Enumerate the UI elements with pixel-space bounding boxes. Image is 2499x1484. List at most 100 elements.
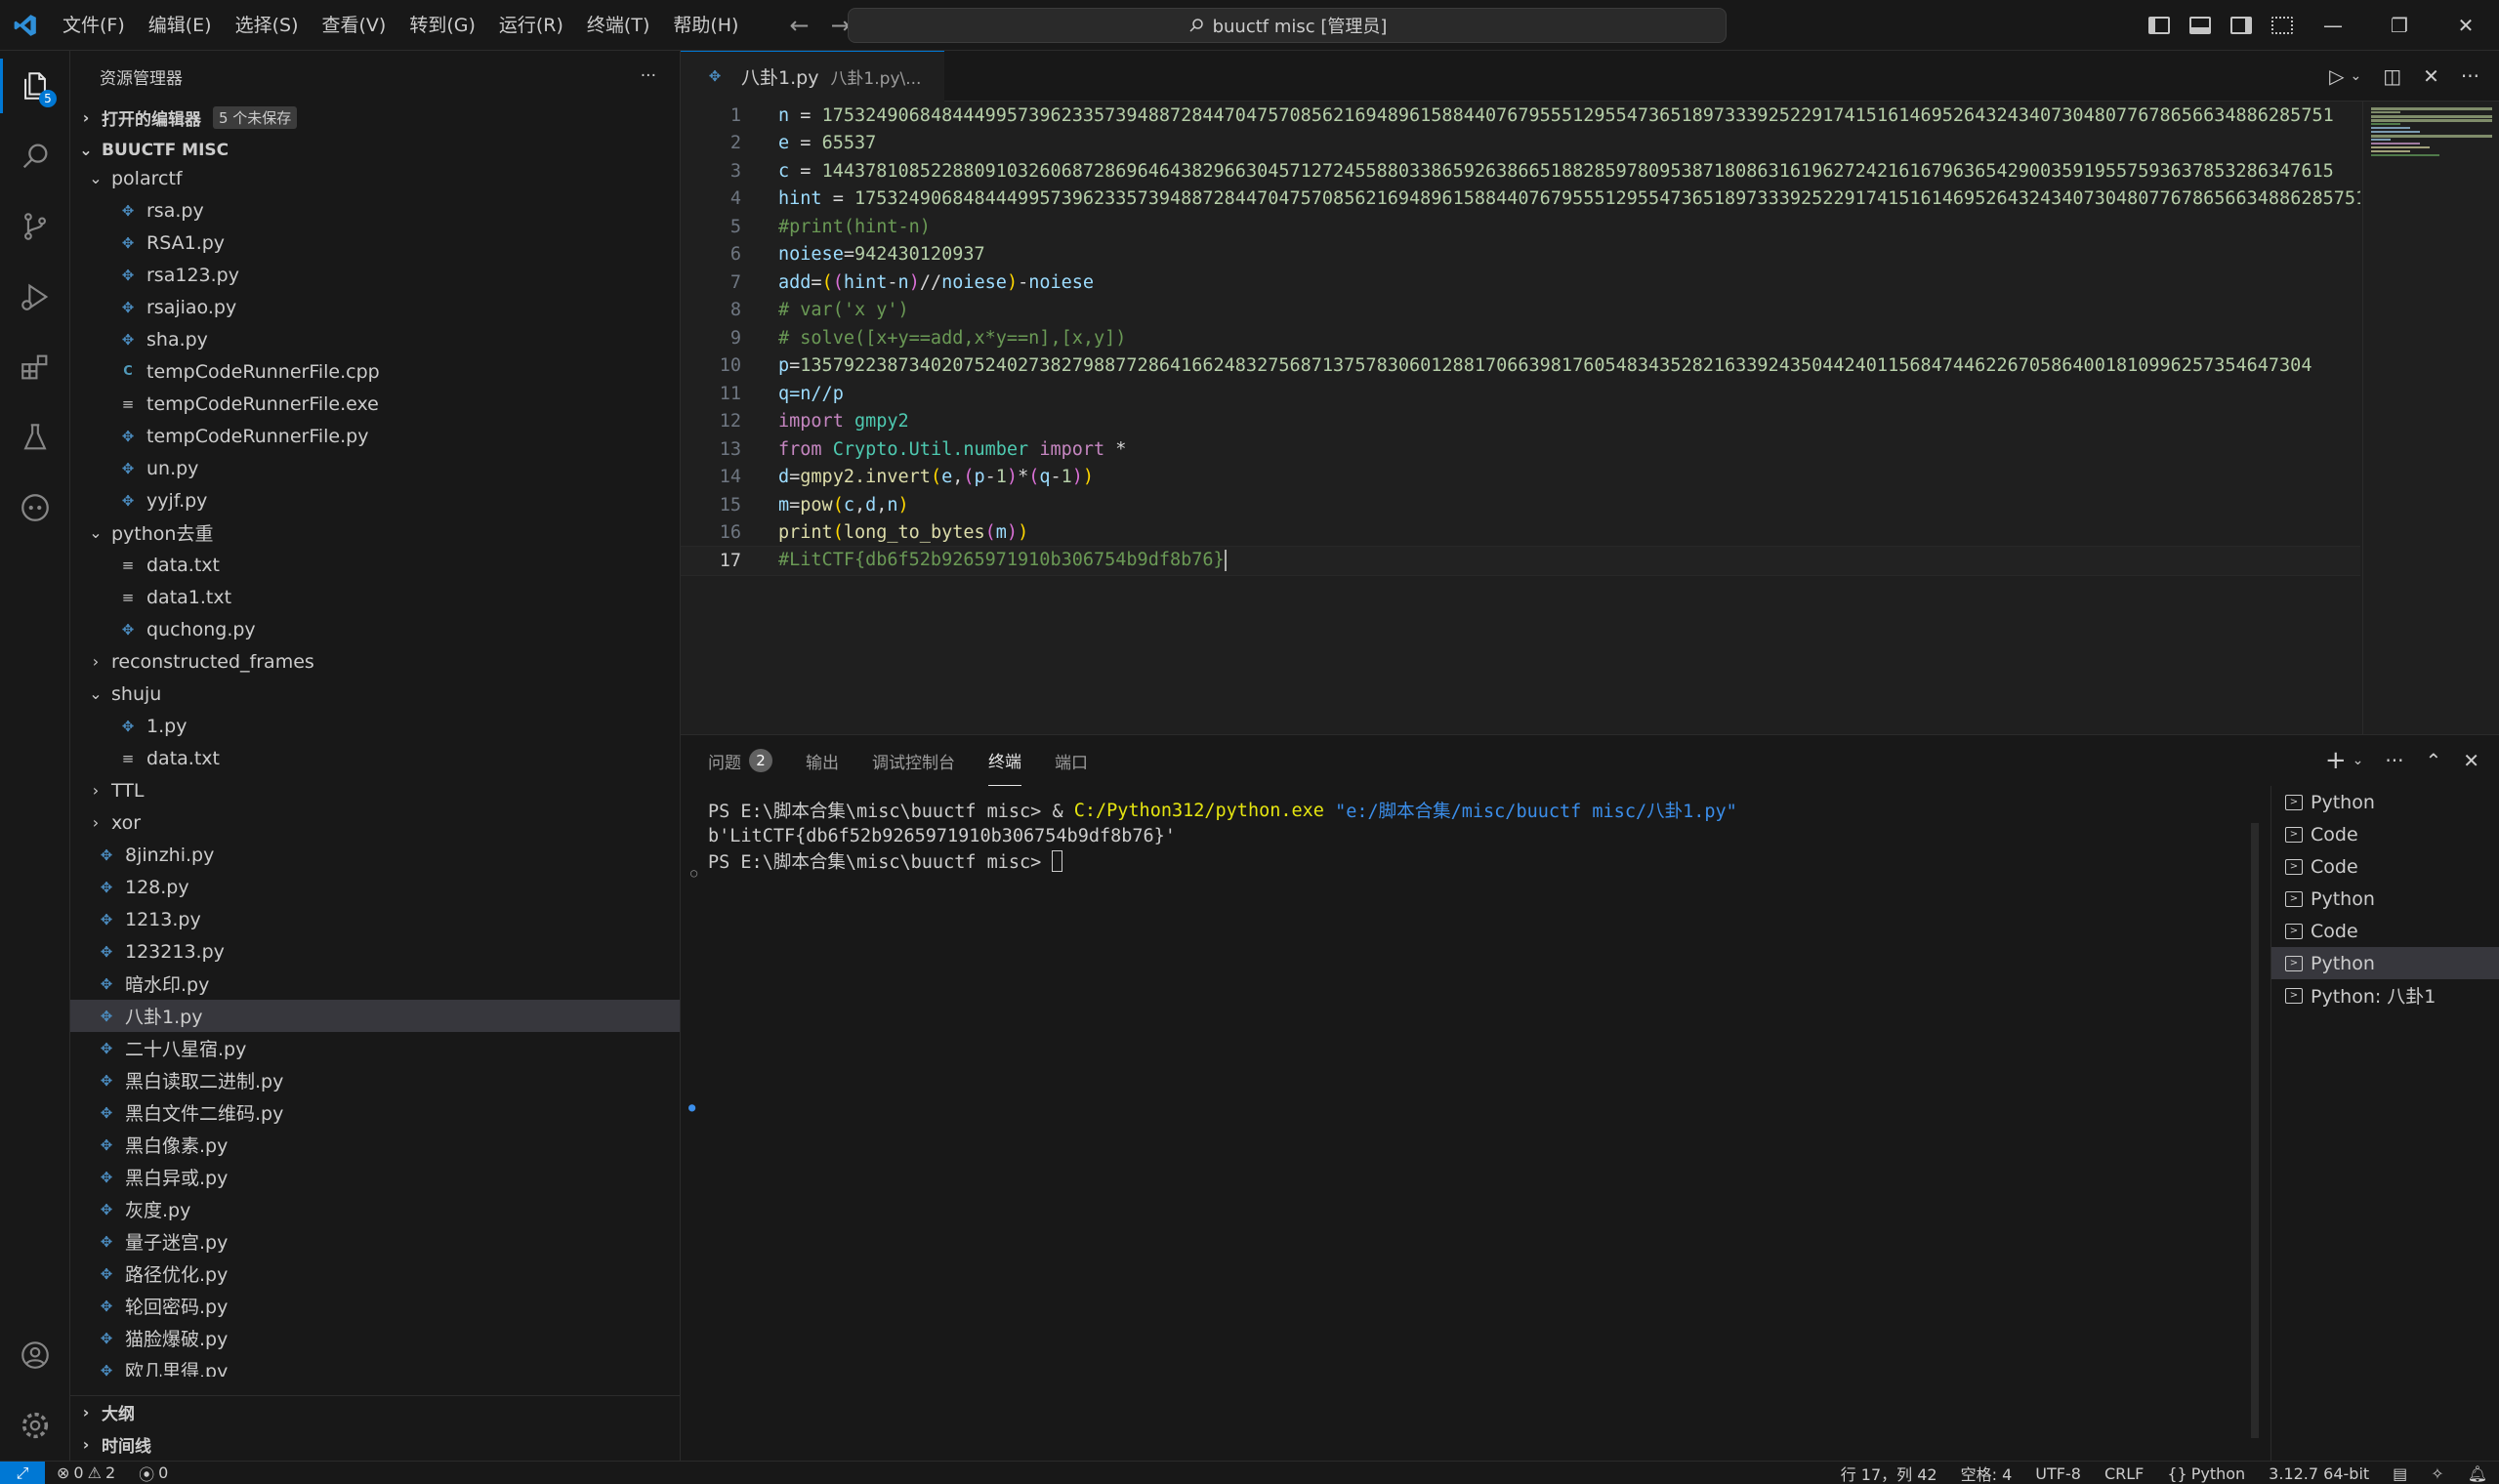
tree-item[interactable]: ✥ RSA1.py xyxy=(70,227,680,259)
restore-icon[interactable]: ❐ xyxy=(2366,0,2433,51)
tree-item[interactable]: ✥ quchong.py xyxy=(70,613,680,645)
problems-status[interactable]: ⊗ 0 ⚠ 2 xyxy=(45,1463,127,1482)
indentation[interactable]: 空格: 4 xyxy=(1949,1462,2024,1484)
terminal-instance[interactable]: > Code xyxy=(2271,818,2499,850)
new-terminal-plus-icon[interactable]: + xyxy=(2325,746,2347,775)
copilot-status-icon[interactable]: ✧ xyxy=(2419,1464,2455,1483)
end-of-line[interactable]: CRLF xyxy=(2093,1464,2155,1483)
tree-item[interactable]: ⌄ python去重 xyxy=(70,516,680,549)
tab-debug-console[interactable]: 调试控制台 xyxy=(872,735,955,786)
menu-file[interactable]: 文件(F) xyxy=(51,0,137,51)
tree-item[interactable]: ✥ 1.py xyxy=(70,710,680,742)
terminal-instance[interactable]: > Code xyxy=(2271,915,2499,947)
tree-item[interactable]: ≡ data.txt xyxy=(70,549,680,581)
tree-item[interactable]: ✥ un.py xyxy=(70,452,680,484)
terminal-instance[interactable]: > Python xyxy=(2271,947,2499,979)
tree-item[interactable]: ✥ 二十八星宿.py xyxy=(70,1032,680,1064)
remote-indicator-icon[interactable]: ⤢ xyxy=(0,1461,45,1484)
tree-item[interactable]: ✥ 量子迷宫.py xyxy=(70,1225,680,1257)
outline-section[interactable]: › 大纲 xyxy=(70,1396,680,1428)
source-control-icon[interactable] xyxy=(0,191,70,262)
tab-output[interactable]: 输出 xyxy=(806,735,839,786)
github-copilot-icon[interactable] xyxy=(0,473,70,543)
tree-item[interactable]: CtempCodeRunnerFile.cpp xyxy=(70,355,680,388)
close-editor-icon[interactable]: ✕ xyxy=(2423,64,2439,88)
more-actions-icon[interactable]: ··· xyxy=(641,66,656,86)
tree-item[interactable]: ✥ 128.py xyxy=(70,871,680,903)
tree-item[interactable]: ✥ 黑白文件二维码.py xyxy=(70,1096,680,1129)
tree-item[interactable]: ✥ 欧几里得.py xyxy=(70,1354,680,1377)
minimap[interactable] xyxy=(2362,102,2499,734)
editor-tab-active[interactable]: ✥ 八卦1.py 八卦1.py\... xyxy=(681,50,945,102)
tree-item[interactable]: ✥ 暗水印.py xyxy=(70,968,680,1000)
toggle-secondary-sidebar-icon[interactable] xyxy=(2230,17,2252,34)
menu-edit[interactable]: 编辑(E) xyxy=(137,0,224,51)
customize-layout-icon[interactable] xyxy=(2271,17,2293,34)
split-editor-icon[interactable]: ◫ xyxy=(2383,64,2401,88)
testing-flask-icon[interactable] xyxy=(0,402,70,473)
menu-run[interactable]: 运行(R) xyxy=(487,0,575,51)
tab-ports[interactable]: 端口 xyxy=(1055,735,1088,786)
tree-item[interactable]: ✥ tempCodeRunnerFile.py xyxy=(70,420,680,452)
extensions-icon[interactable] xyxy=(0,332,70,402)
terminal-instance[interactable]: > Code xyxy=(2271,850,2499,883)
notebook-icon[interactable]: ▤ xyxy=(2381,1464,2419,1483)
run-dropdown-chevron-icon[interactable]: ⌄ xyxy=(2351,68,2362,84)
tree-item[interactable]: ≡ data1.txt xyxy=(70,581,680,613)
toggle-primary-sidebar-icon[interactable] xyxy=(2148,17,2170,34)
tree-item[interactable]: ✥ 猫脸爆破.py xyxy=(70,1322,680,1354)
terminal-output[interactable]: PS E:\脚本合集\misc\buuctf misc> & C:/Python… xyxy=(681,786,2263,1462)
tree-item[interactable]: ✥ 黑白异或.py xyxy=(70,1161,680,1193)
close-window-icon[interactable]: ✕ xyxy=(2433,0,2499,51)
tree-item[interactable]: ✥ rsa123.py xyxy=(70,259,680,291)
close-panel-icon[interactable]: ✕ xyxy=(2463,749,2479,772)
tree-item[interactable]: ⌄ polarctf xyxy=(70,166,680,194)
command-center-search[interactable]: buuctf misc [管理员] xyxy=(848,8,1727,43)
tree-item[interactable]: ✥ yyjf.py xyxy=(70,484,680,516)
ports-status[interactable]: ⦿ 0 xyxy=(127,1462,180,1484)
run-debug-icon[interactable] xyxy=(0,262,70,332)
menu-go[interactable]: 转到(G) xyxy=(397,0,487,51)
maximize-panel-chevron-up-icon[interactable]: ⌃ xyxy=(2425,749,2441,772)
menu-view[interactable]: 查看(V) xyxy=(311,0,398,51)
encoding[interactable]: UTF-8 xyxy=(2023,1464,2093,1483)
toggle-panel-icon[interactable] xyxy=(2189,17,2211,34)
tree-item[interactable]: ≡ tempCodeRunnerFile.exe xyxy=(70,388,680,420)
tab-terminal[interactable]: 终端 xyxy=(988,735,1021,786)
tree-item[interactable]: ✥ rsa.py xyxy=(70,194,680,227)
tree-item[interactable]: ✥ 路径优化.py xyxy=(70,1257,680,1290)
workspace-root-section[interactable]: ⌄ BUUCTF MISC xyxy=(70,134,680,166)
run-python-file-icon[interactable]: ▷ xyxy=(2329,64,2344,88)
minimize-icon[interactable]: — xyxy=(2300,0,2366,51)
tree-item[interactable]: › reconstructed_frames xyxy=(70,645,680,678)
tree-item[interactable]: ⌄ shuju xyxy=(70,678,680,710)
editor-more-actions-icon[interactable]: ··· xyxy=(2461,64,2479,88)
tree-item[interactable]: ✥ 八卦1.py xyxy=(70,1000,680,1032)
code-editor[interactable]: 1n = 17532490684844499573962335739488728… xyxy=(681,102,2360,734)
menu-selection[interactable]: 选择(S) xyxy=(224,0,311,51)
tree-item[interactable]: ✥ 黑白像素.py xyxy=(70,1129,680,1161)
tree-item[interactable]: ✥ 1213.py xyxy=(70,903,680,935)
python-interpreter[interactable]: 3.12.7 64-bit xyxy=(2257,1464,2381,1483)
search-sidebar-icon[interactable] xyxy=(0,121,70,191)
panel-more-actions-icon[interactable]: ··· xyxy=(2385,749,2403,772)
explorer-icon[interactable]: 5 xyxy=(0,51,70,121)
accounts-icon[interactable] xyxy=(0,1320,70,1390)
tab-problems[interactable]: 问题 2 xyxy=(708,735,772,786)
tree-item[interactable]: ✥ 123213.py xyxy=(70,935,680,968)
terminal-scrollbar[interactable] xyxy=(2251,823,2259,1438)
terminal-instance[interactable]: > Python xyxy=(2271,786,2499,818)
menu-terminal[interactable]: 终端(T) xyxy=(575,0,661,51)
tree-item[interactable]: ✥ sha.py xyxy=(70,323,680,355)
tree-item[interactable]: › xor xyxy=(70,806,680,839)
tree-item[interactable]: ✥ 8jinzhi.py xyxy=(70,839,680,871)
settings-gear-icon[interactable] xyxy=(0,1390,70,1461)
tree-item[interactable]: ✥ 黑白读取二进制.py xyxy=(70,1064,680,1096)
back-arrow-icon[interactable]: ← xyxy=(789,12,809,39)
tree-item[interactable]: ✥ rsajiao.py xyxy=(70,291,680,323)
timeline-section[interactable]: › 时间线 xyxy=(70,1428,680,1461)
open-editors-section[interactable]: › 打开的编辑器 5 个未保存 xyxy=(70,102,680,134)
notifications-bell-icon[interactable]: 🔔︎ xyxy=(2456,1464,2499,1483)
terminal-instance[interactable]: > Python xyxy=(2271,883,2499,915)
terminal-dropdown-chevron-icon[interactable]: ⌄ xyxy=(2353,753,2364,768)
